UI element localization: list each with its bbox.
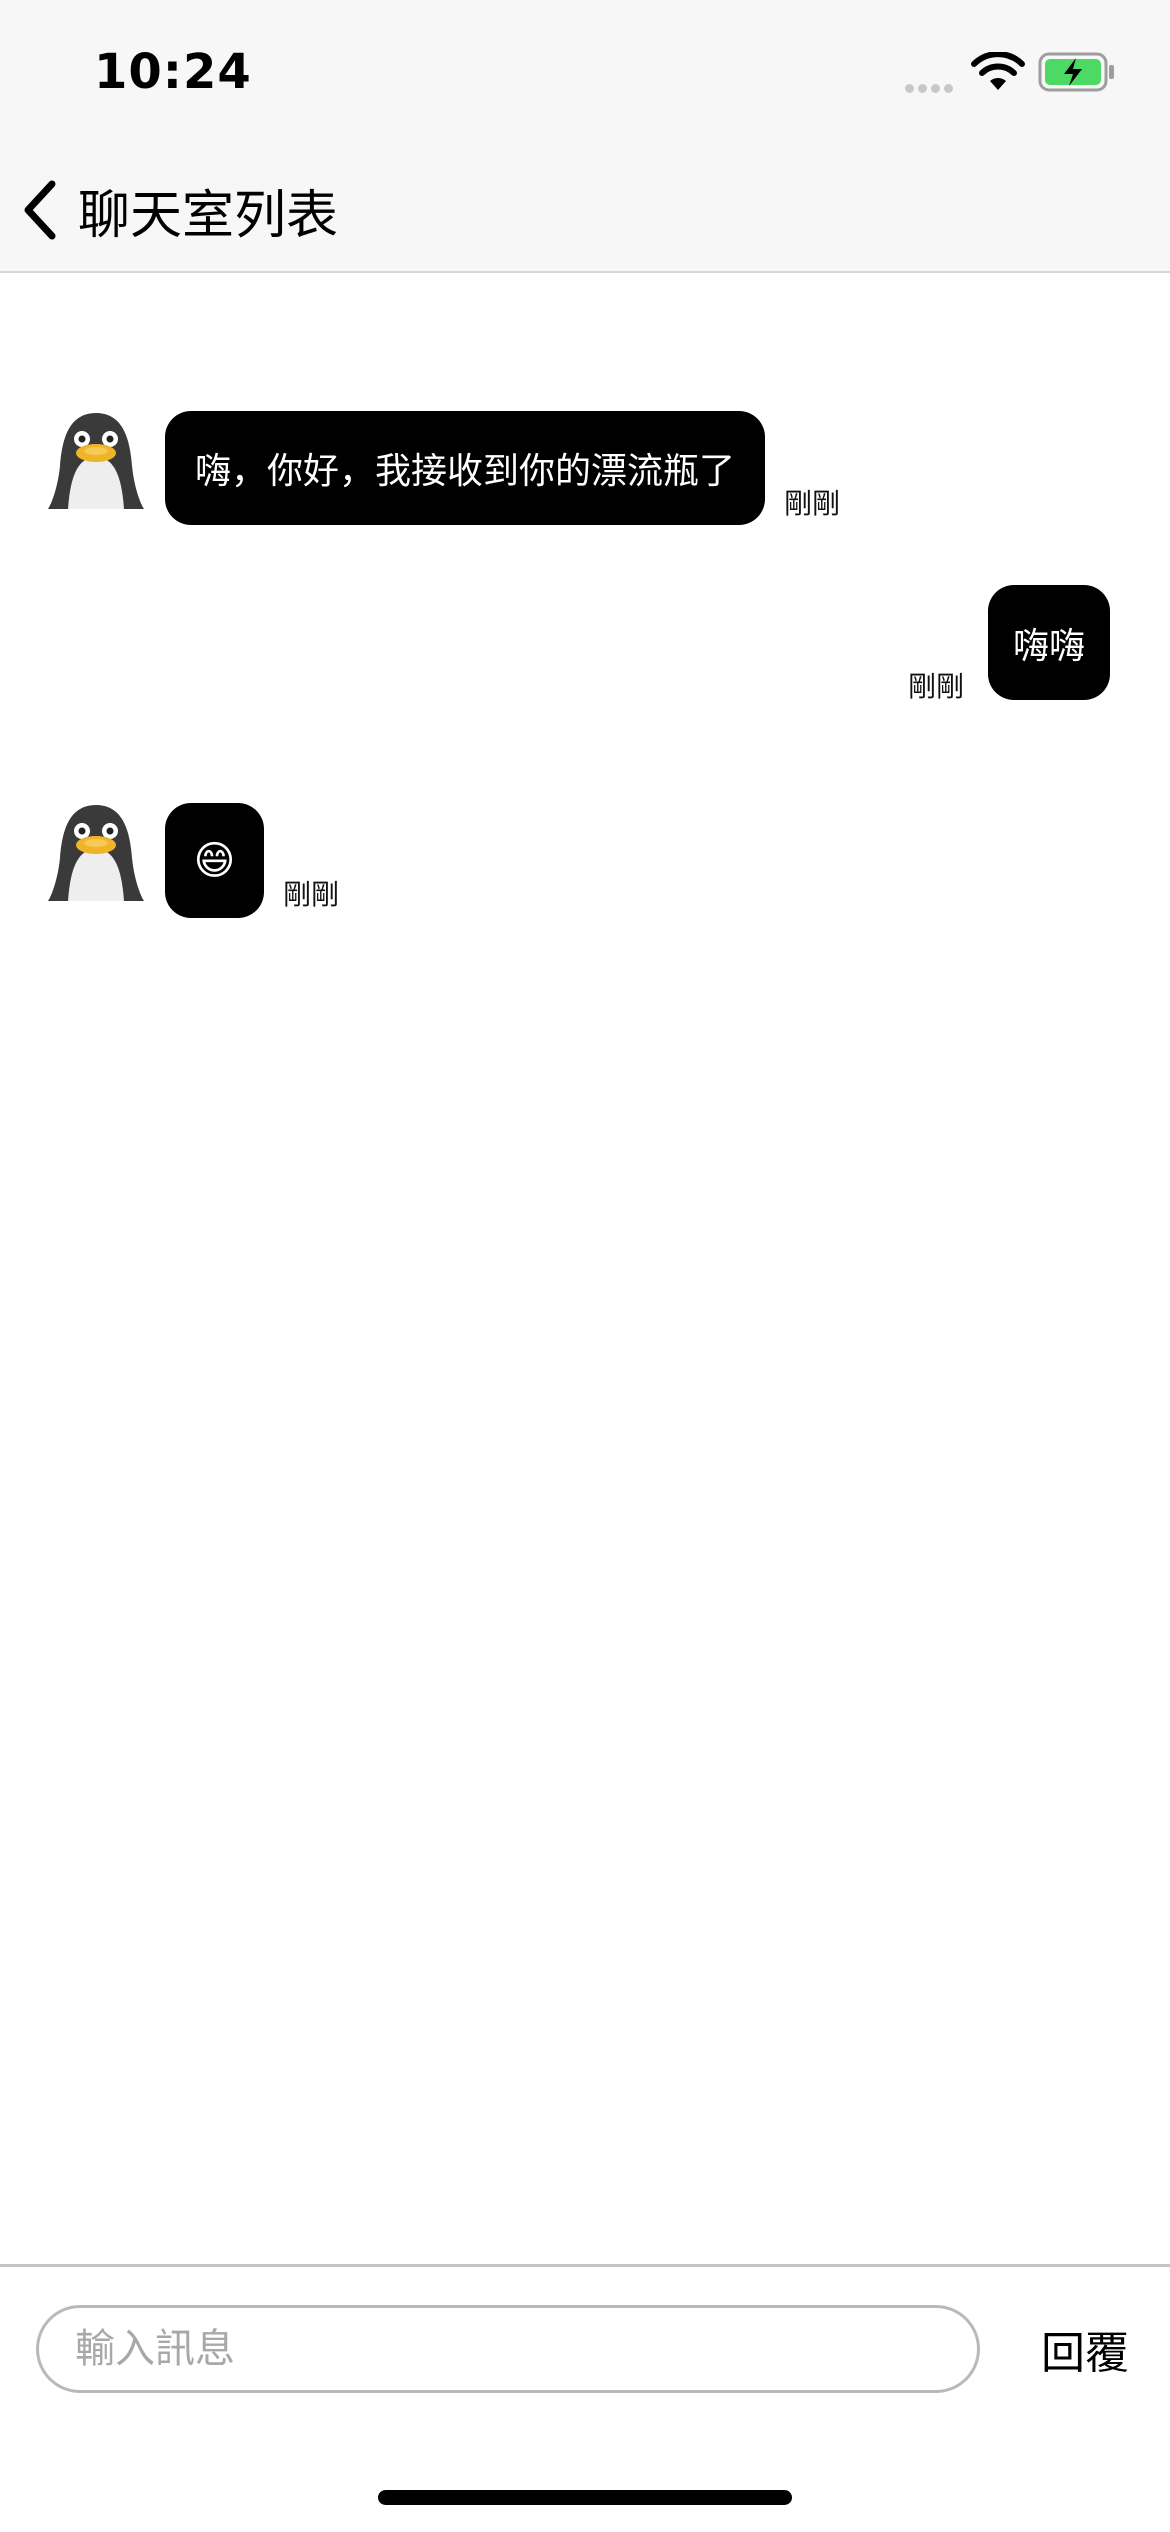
home-indicator[interactable] — [378, 2490, 792, 2505]
back-button[interactable]: 聊天室列表 — [20, 170, 338, 250]
message-bubble[interactable]: 嗨，你好，我接收到你的漂流瓶了 — [165, 411, 765, 525]
wifi-icon — [971, 52, 1025, 90]
message-bubble[interactable]: 嗨嗨 — [988, 585, 1110, 700]
penguin-avatar[interactable] — [46, 803, 146, 903]
message-timestamp: 剛剛 — [283, 878, 340, 911]
penguin-avatar[interactable] — [46, 411, 146, 511]
reply-button[interactable]: 回覆 — [1020, 2305, 1150, 2393]
message-emoji: 😄 — [193, 837, 236, 884]
navigation-bar: 聊天室列表 — [0, 150, 1170, 273]
message-timestamp: 剛剛 — [908, 670, 965, 703]
cellular-signal-icon — [905, 78, 957, 97]
status-time: 10:24 — [94, 44, 252, 100]
message-bubble[interactable]: 😄 — [165, 803, 264, 918]
chevron-left-icon — [24, 180, 56, 240]
message-input[interactable] — [36, 2305, 980, 2393]
message-timestamp: 剛剛 — [784, 487, 841, 520]
message-text: 嗨，你好，我接收到你的漂流瓶了 — [194, 451, 735, 492]
message-list[interactable]: 嗨，你好，我接收到你的漂流瓶了 剛剛 剛剛 嗨嗨 😄 剛剛 — [0, 273, 1170, 2263]
status-bar: 10:24 — [0, 0, 1170, 150]
back-button-label: 聊天室列表 — [78, 185, 339, 246]
battery-charging-icon — [1038, 52, 1114, 92]
message-text: 嗨嗨 — [1012, 625, 1085, 667]
